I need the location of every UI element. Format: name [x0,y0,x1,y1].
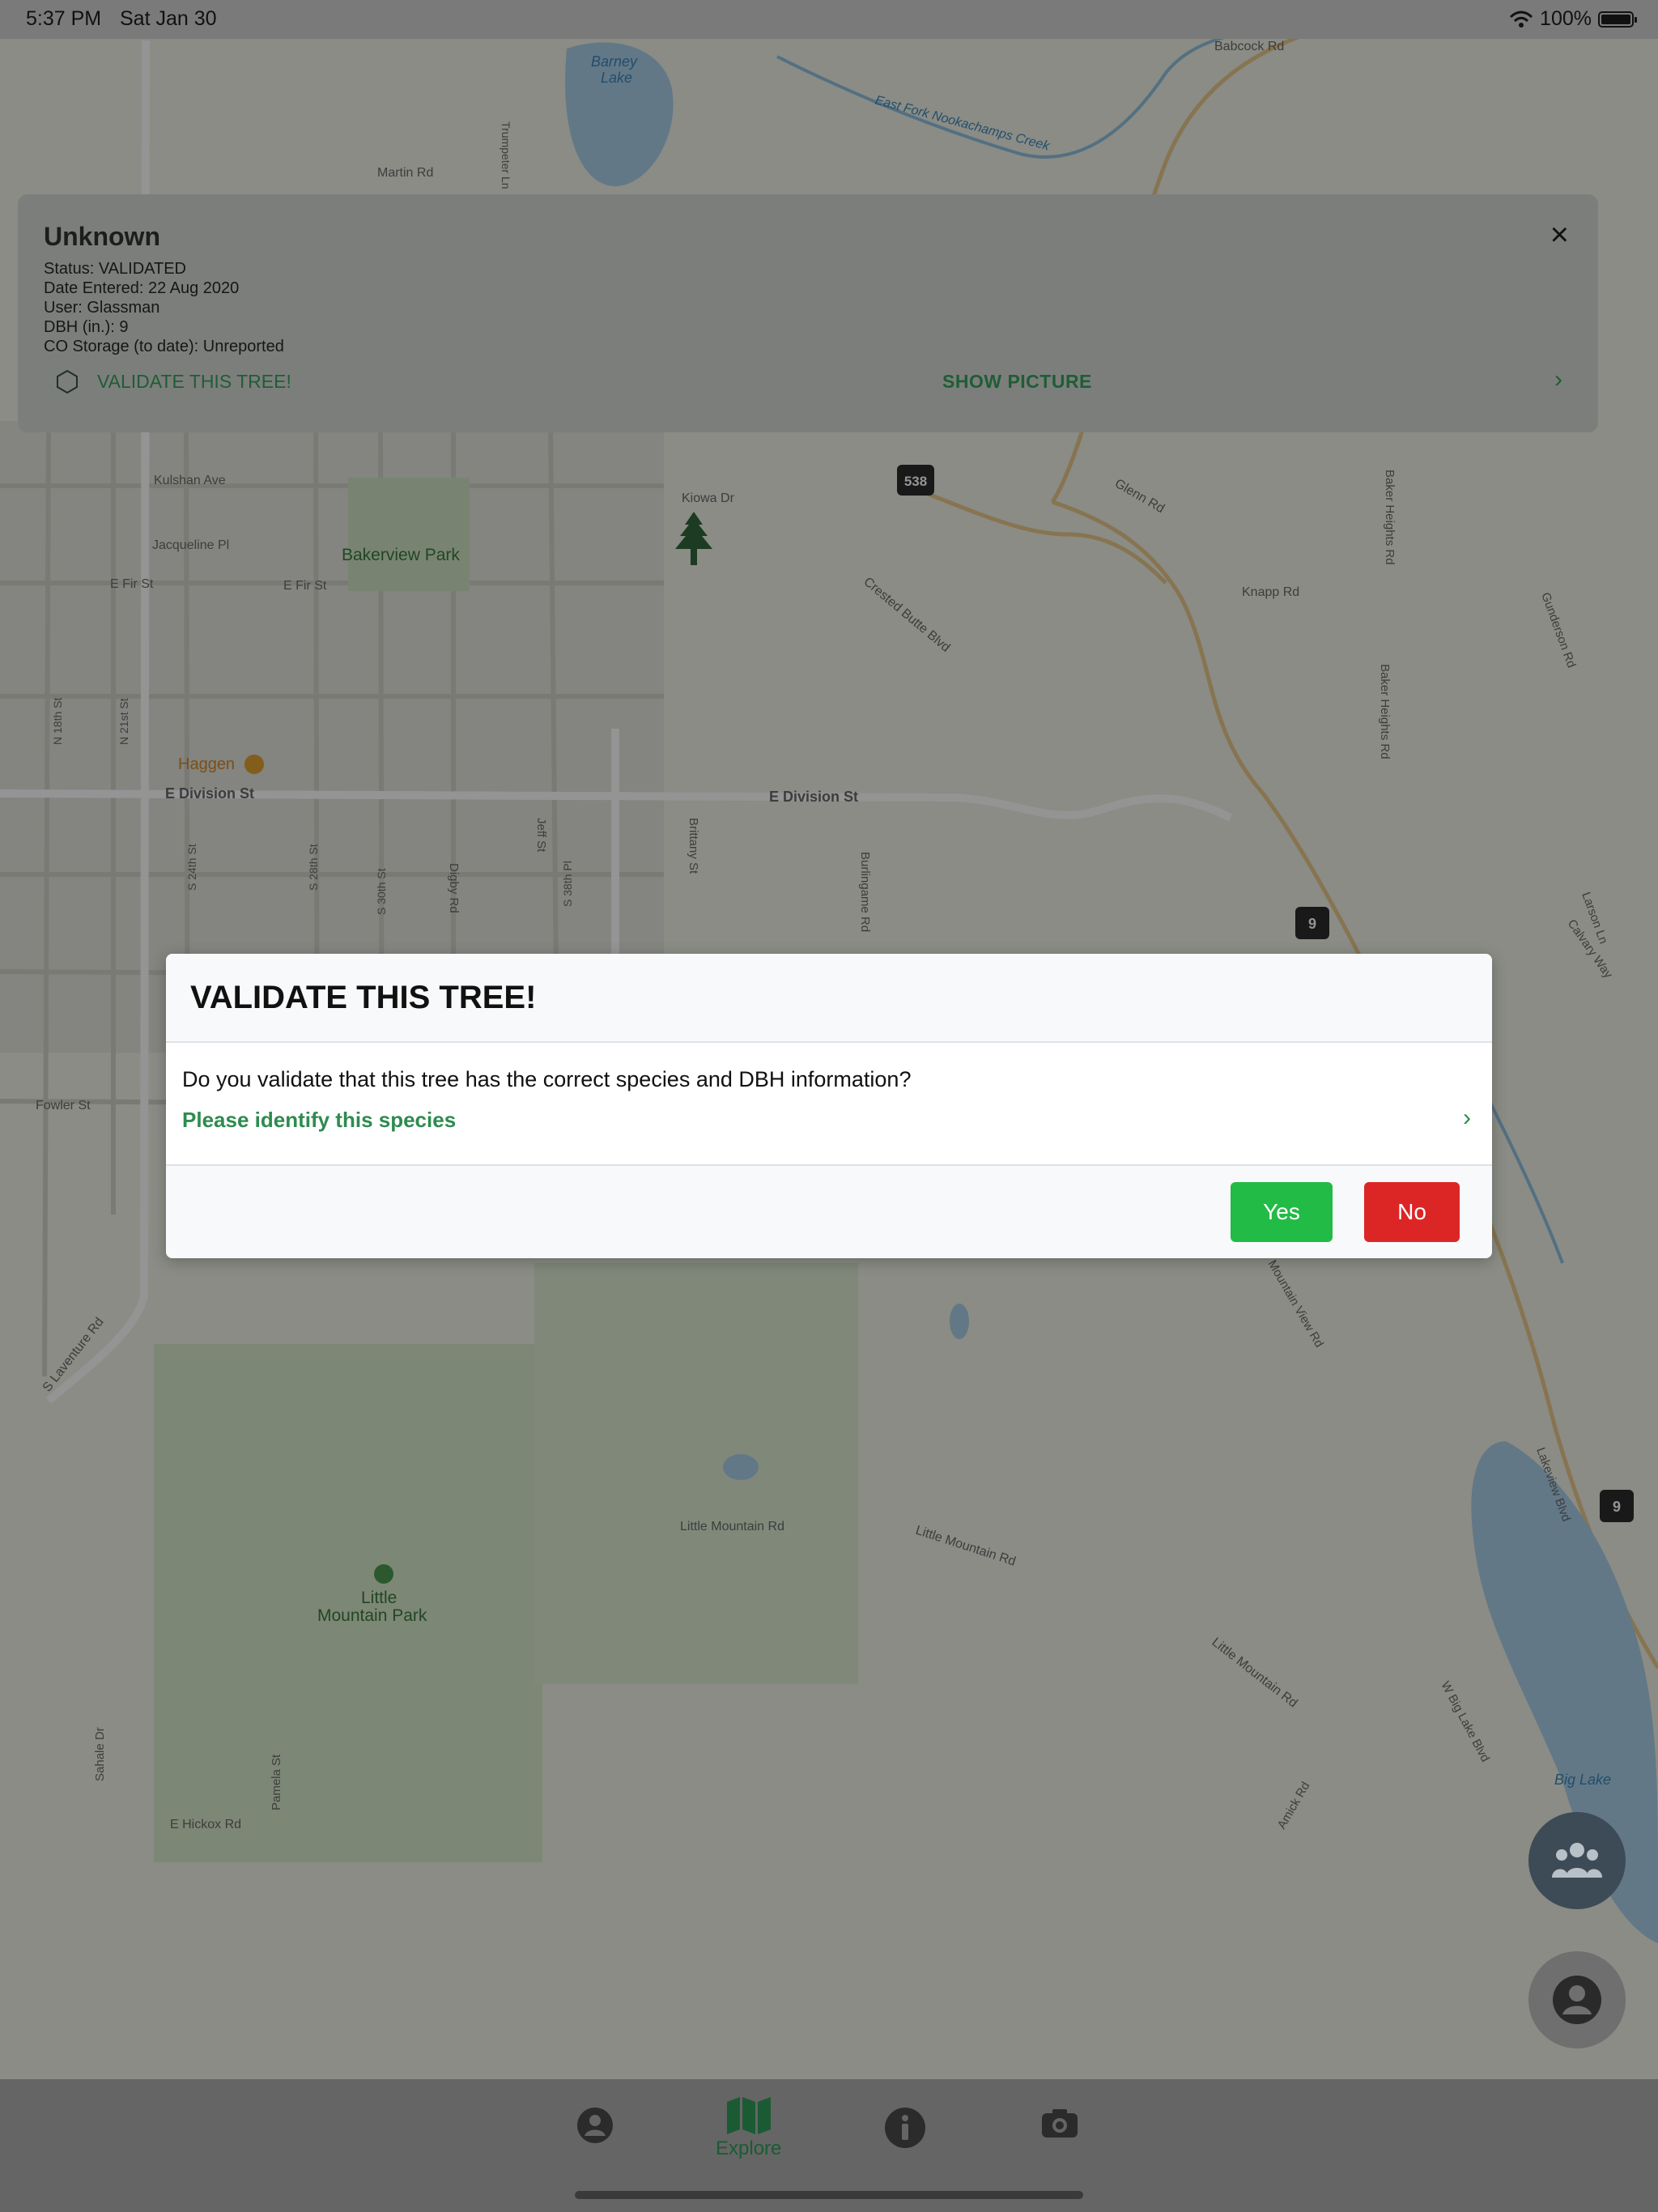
tree-info-card: Unknown × Status: VALIDATED Date Entered… [18,194,1598,432]
show-picture-button[interactable]: SHOW PICTURE [942,371,1092,393]
tree-date-entered: Date Entered: 22 Aug 2020 [44,279,240,297]
map-icon [726,2097,771,2134]
tab-explore-label: Explore [716,2138,782,2159]
info-circle-icon [885,2108,925,2148]
profile-button[interactable] [1528,1951,1626,2048]
modal-body: Do you validate that this tree has the c… [166,1043,1492,1164]
close-icon[interactable]: × [1550,219,1569,251]
tree-user: User: Glassman [44,299,160,317]
no-button[interactable]: No [1364,1182,1460,1242]
chevron-right-icon[interactable]: › [1554,366,1562,393]
tab-info[interactable] [884,2107,926,2150]
tree-card-title: Unknown [44,222,160,251]
modal-footer: Yes No [166,1164,1492,1258]
group-icon [1552,1843,1602,1878]
validate-modal: VALIDATE THIS TREE! Do you validate that… [166,954,1492,1258]
home-indicator[interactable] [575,2191,1083,2199]
modal-question: Do you validate that this tree has the c… [182,1067,912,1091]
validate-tree-label: VALIDATE THIS TREE! [97,370,291,392]
hexagon-icon [57,369,78,393]
user-circle-icon [1553,1976,1601,2024]
chevron-right-icon[interactable]: › [1463,1104,1471,1132]
status-right: 100% [1509,7,1637,31]
tab-explore[interactable]: Explore [716,2095,781,2160]
battery-percent: 100% [1540,7,1592,30]
user-circle-icon [577,2108,613,2143]
battery-icon [1598,11,1637,28]
yes-button[interactable]: Yes [1231,1182,1333,1242]
tab-profile[interactable] [576,2107,614,2146]
modal-header: VALIDATE THIS TREE! [166,954,1492,1043]
status-time: 5:37 PM [26,7,102,30]
validate-tree-link[interactable]: VALIDATE THIS TREE! [55,369,291,393]
camera-icon [1042,2109,1078,2138]
tab-camera[interactable] [1041,2107,1078,2141]
tree-card-details: Status: VALIDATED Date Entered: 22 Aug 2… [44,259,284,356]
status-bar: 5:37 PM Sat Jan 30 100% [0,0,1658,39]
identify-species-link[interactable]: Please identify this species [182,1108,456,1133]
tree-status: Status: VALIDATED [44,260,186,278]
tree-co-storage: CO Storage (to date): Unreported [44,338,284,355]
tree-marker-icon[interactable] [669,510,719,568]
status-date: Sat Jan 30 [120,7,217,30]
tree-dbh: DBH (in.): 9 [44,318,129,336]
wifi-icon [1509,11,1533,28]
modal-title: VALIDATE THIS TREE! [190,980,537,1015]
community-button[interactable] [1528,1812,1626,1909]
